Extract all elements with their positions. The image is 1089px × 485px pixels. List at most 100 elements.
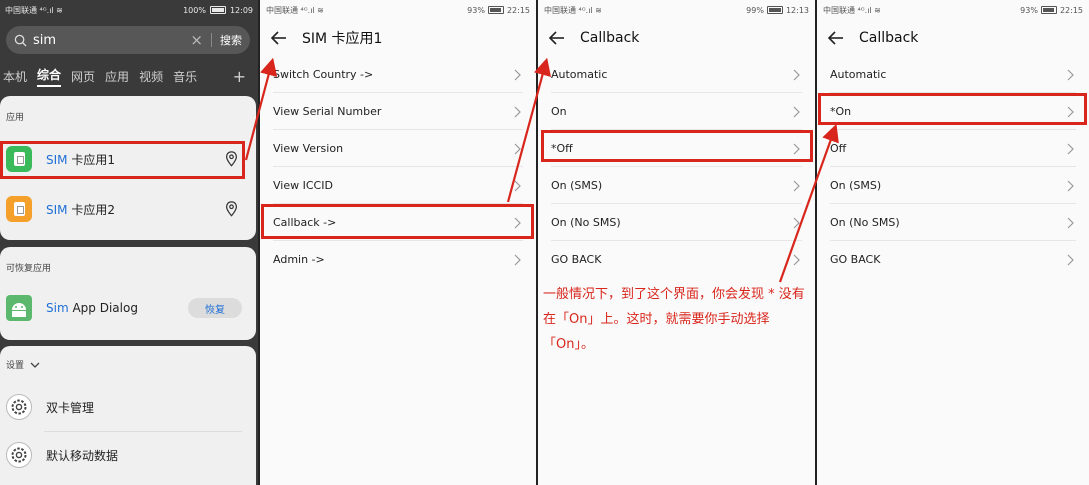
time-text: 22:15: [1059, 5, 1083, 15]
callback-screen-before: 中国联通 ⁴ᴳ.ıl ≋ 99% 12:13 Callback Automati…: [538, 0, 815, 485]
time-text: 12:13: [785, 5, 809, 15]
chevron-right-icon: [1067, 217, 1074, 228]
chevron-right-icon: [514, 143, 521, 154]
chevron-right-icon: [793, 69, 800, 80]
chevron-right-icon: [1067, 180, 1074, 191]
recoverable-app-row[interactable]: Sim App Dialog 恢复: [0, 289, 256, 327]
battery-text: 93%: [1020, 5, 1038, 15]
chevron-right-icon: [514, 69, 521, 80]
app-bar: Callback: [538, 20, 815, 56]
search-button[interactable]: 搜索: [220, 32, 242, 48]
app-result-sim2[interactable]: SIM 卡应用2: [0, 190, 256, 228]
menu-list: Automatic On *Off On (SMS) On (No SMS) G…: [538, 56, 815, 278]
option-automatic[interactable]: Automatic: [817, 56, 1089, 93]
menu-item-admin[interactable]: Admin ->: [260, 241, 536, 278]
tab-web[interactable]: 网页: [71, 68, 95, 85]
tab-video[interactable]: 视频: [139, 68, 163, 85]
location-pin-icon[interactable]: [225, 201, 238, 217]
settings-item-default-data[interactable]: 默认移动数据: [0, 436, 256, 474]
back-arrow-icon[interactable]: [548, 29, 566, 47]
back-arrow-icon[interactable]: [270, 29, 288, 47]
annotation-note: 一般情况下，到了这个界面，你会发现 * 没有在「On」上。这时，就需要你手动选择…: [543, 287, 805, 352]
sim-app-icon: [6, 196, 32, 222]
menu-list: Switch Country -> View Serial Number Vie…: [260, 56, 536, 278]
settings-item-dual-sim[interactable]: 双卡管理: [0, 388, 256, 426]
restore-button[interactable]: 恢复: [188, 298, 242, 318]
option-on-sms[interactable]: On (SMS): [538, 167, 815, 204]
menu-item-view-iccid[interactable]: View ICCID: [260, 167, 536, 204]
page-title: Callback: [859, 30, 919, 46]
battery-text: 100%: [183, 5, 206, 15]
settings-gear-icon: [6, 394, 32, 420]
battery-icon: [209, 6, 226, 14]
option-on-no-sms[interactable]: On (No SMS): [538, 204, 815, 241]
back-arrow-icon[interactable]: [827, 29, 845, 47]
status-bar: 中国联通 ⁴ᴳ.ıl ≋ 93% 22:15: [817, 0, 1089, 20]
divider: [44, 431, 242, 432]
option-automatic[interactable]: Automatic: [538, 56, 815, 93]
option-go-back[interactable]: GO BACK: [817, 241, 1089, 278]
chevron-down-icon: [30, 362, 40, 368]
settings-item-label: 双卡管理: [46, 400, 95, 415]
battery-text: 99%: [746, 5, 764, 15]
recoverable-section-title: 可恢复应用: [6, 264, 52, 274]
highlight-sim-app-1: [0, 141, 245, 179]
chevron-right-icon: [793, 180, 800, 191]
option-on-no-sms[interactable]: On (No SMS): [817, 204, 1089, 241]
tab-music[interactable]: 音乐: [173, 68, 197, 85]
carrier-text: 中国联通 ⁴ᴳ.ıl ≋: [5, 5, 63, 15]
plus-icon[interactable]: +: [233, 67, 246, 86]
menu-item-view-serial[interactable]: View Serial Number: [260, 93, 536, 130]
settings-gear-icon: [6, 442, 32, 468]
highlight-on-option: [818, 93, 1087, 125]
option-off[interactable]: Off: [817, 130, 1089, 167]
android-icon: [6, 295, 32, 321]
time-text: 12:09: [229, 5, 253, 15]
option-on-sms[interactable]: On (SMS): [817, 167, 1089, 204]
highlight-off-option: [541, 130, 813, 162]
chevron-right-icon: [1067, 143, 1074, 154]
tab-apps[interactable]: 应用: [105, 68, 129, 85]
settings-section-title[interactable]: 设置: [6, 358, 40, 371]
option-go-back[interactable]: GO BACK: [538, 241, 815, 278]
tab-all[interactable]: 综合: [37, 66, 62, 87]
settings-card: 设置 双卡管理 默认移动数据: [0, 346, 256, 485]
callback-screen-after: 中国联通 ⁴ᴳ.ıl ≋ 93% 22:15 Callback Automati…: [817, 0, 1089, 485]
highlight-callback-item: [261, 204, 534, 239]
app-label: Sim App Dialog: [46, 301, 138, 315]
page-title: Callback: [580, 30, 640, 46]
search-input[interactable]: sim: [33, 33, 190, 48]
recoverable-card: 可恢复应用 Sim App Dialog 恢复: [0, 247, 256, 340]
time-text: 22:15: [506, 5, 530, 15]
battery-icon: [766, 6, 783, 14]
battery-icon: [1040, 6, 1057, 14]
option-on[interactable]: On: [538, 93, 815, 130]
carrier-text: 中国联通 ⁴ᴳ.ıl ≋: [266, 5, 324, 15]
search-icon: [14, 34, 27, 47]
battery-icon: [487, 6, 504, 14]
chevron-right-icon: [1067, 254, 1074, 265]
carrier-text: 中国联通 ⁴ᴳ.ıl ≋: [544, 5, 602, 15]
menu-item-view-version[interactable]: View Version: [260, 130, 536, 167]
status-bar: 中国联通 ⁴ᴳ.ıl ≋ 100% 12:09: [0, 0, 258, 20]
search-screen: 中国联通 ⁴ᴳ.ıl ≋ 100% 12:09 sim × 搜索 本机 综合 网…: [0, 0, 258, 485]
page-title: SIM 卡应用1: [302, 31, 383, 47]
search-separator: [211, 33, 212, 47]
status-bar: 中国联通 ⁴ᴳ.ıl ≋ 93% 22:15: [260, 0, 536, 20]
battery-text: 93%: [467, 5, 485, 15]
carrier-text: 中国联通 ⁴ᴳ.ıl ≋: [823, 5, 881, 15]
menu-item-switch-country[interactable]: Switch Country ->: [260, 56, 536, 93]
category-tabs: 本机 综合 网页 应用 视频 音乐 +: [0, 66, 258, 87]
chevron-right-icon: [793, 254, 800, 265]
chevron-right-icon: [514, 180, 521, 191]
menu-list: Automatic *On Off On (SMS) On (No SMS) G…: [817, 56, 1089, 278]
tab-local[interactable]: 本机: [3, 68, 27, 85]
chevron-right-icon: [793, 106, 800, 117]
apps-section-title: 应用: [6, 113, 25, 123]
chevron-right-icon: [1067, 69, 1074, 80]
search-bar[interactable]: sim × 搜索: [6, 26, 250, 54]
app-label: SIM 卡应用2: [46, 202, 115, 217]
chevron-right-icon: [793, 217, 800, 228]
chevron-right-icon: [514, 254, 521, 265]
clear-icon[interactable]: ×: [190, 31, 203, 49]
